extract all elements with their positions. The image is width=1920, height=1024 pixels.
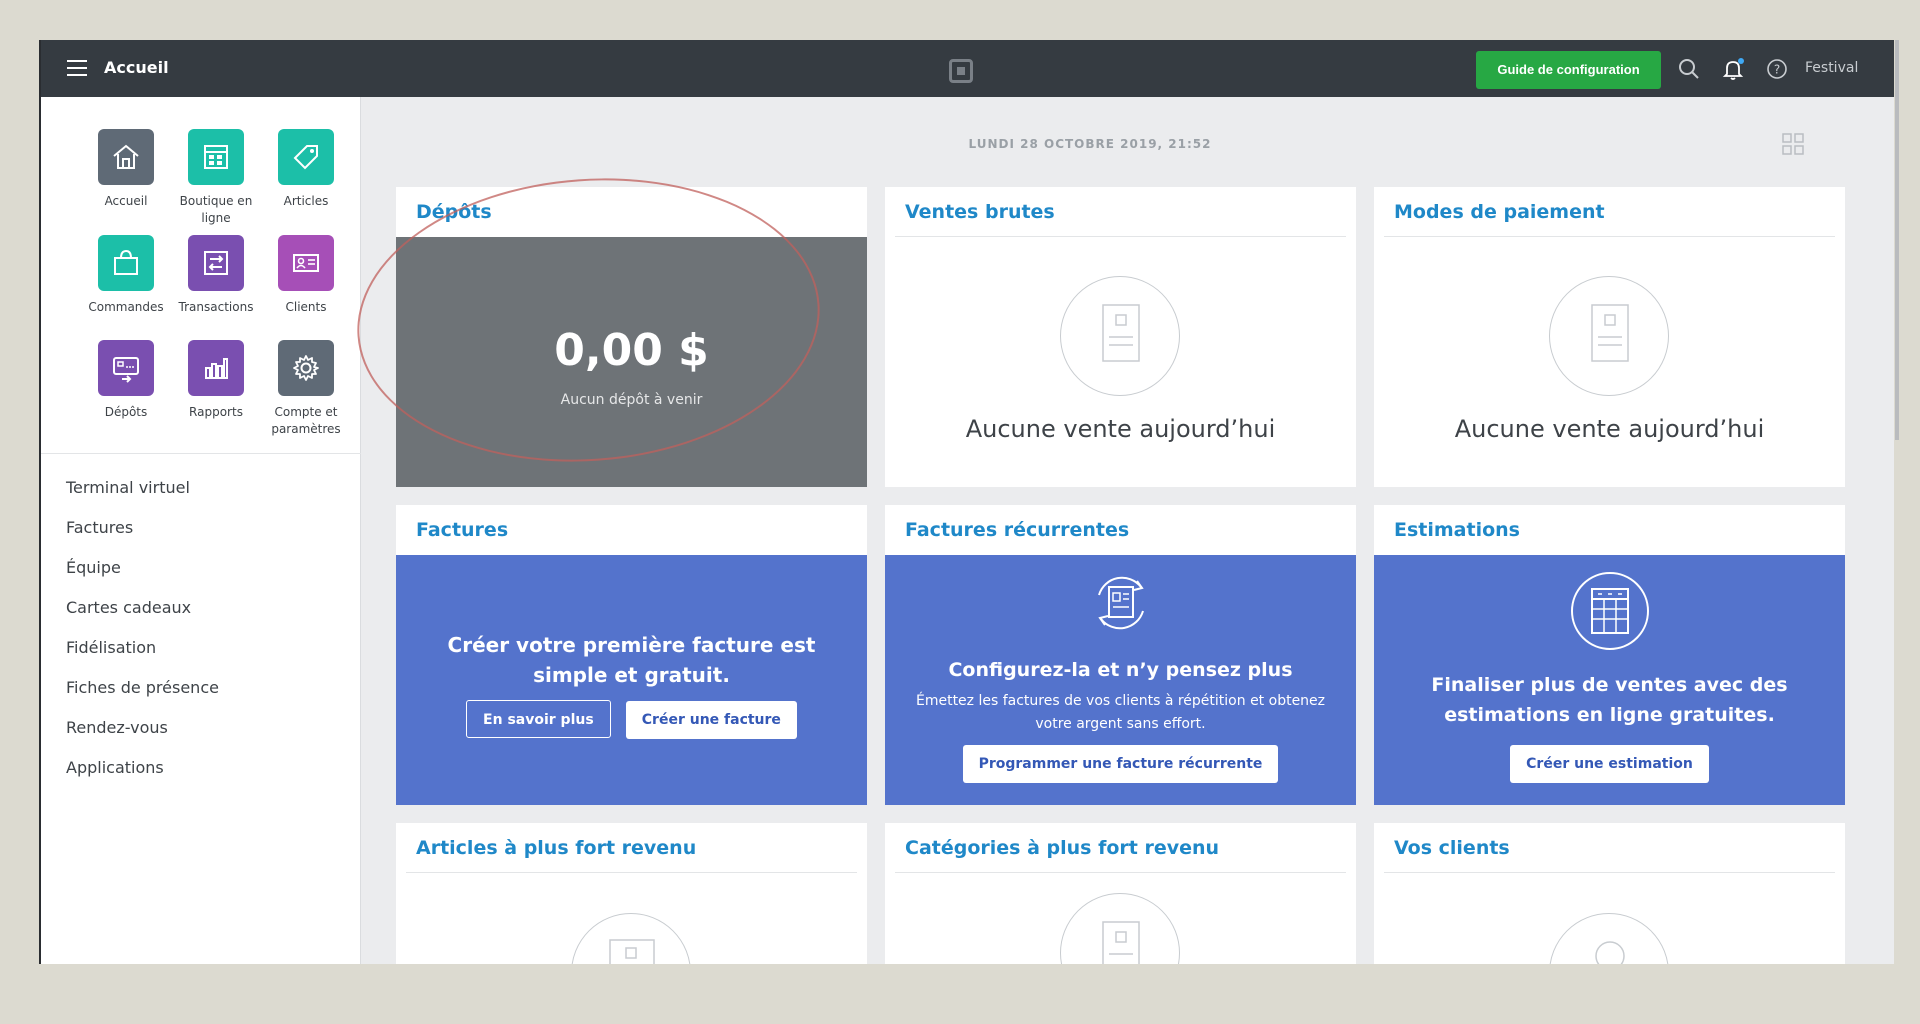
tile-label: Dépôts [104,405,148,419]
store-name[interactable]: Festival [1805,60,1858,76]
card-depots[interactable]: Dépôts 0,00 $ Aucun dépôt à venir [396,187,867,487]
card-title: Articles à plus fort revenu [416,837,697,859]
current-date: LUNDI 28 OCTOBRE 2019, 21:52 [968,137,1212,151]
sidebar-divider [41,453,361,454]
promo-panel: Configurez-la et n’y pensez plus Émettez… [885,555,1356,805]
tile-label: Articles [283,194,329,208]
tile-articles[interactable]: Articles [256,129,356,210]
transfer-icon [188,235,244,291]
storefront-icon [188,129,244,185]
tile-clients[interactable]: Clients [256,235,356,316]
card-title: Ventes brutes [905,201,1055,223]
empty-message: Aucune vente aujourd’hui [965,415,1276,443]
deposit-subtitle: Aucun dépôt à venir [560,392,703,408]
promo-heading: Configurez-la et n’y pensez plus [948,659,1293,681]
card-divider [895,872,1346,873]
card-title: Factures [416,519,509,541]
card-estimations[interactable]: Estimations Finaliser plus de ventes ave… [1374,505,1845,805]
card-articles-revenu[interactable]: Articles à plus fort revenu [396,823,867,964]
card-title: Factures récurrentes [905,519,1130,541]
tile-label: Clients [285,300,327,314]
card-categories-revenu[interactable]: Catégories à plus fort revenu [885,823,1356,964]
menu-icon[interactable] [67,60,87,76]
tile-label: Rapports [189,405,243,419]
sidebar: Accueil Boutique en ligne Articles Comma… [41,97,361,964]
item-icon [571,913,691,964]
top-bar: Accueil Guide de configuration ? Festiva… [41,40,1894,97]
card-factures[interactable]: Factures Créer votre première facture es… [396,505,867,805]
tile-label: Compte et paramètres [271,405,341,436]
recurring-invoice-icon [1085,567,1157,639]
tile-depots[interactable]: Dépôts [76,340,176,421]
deposit-icon [98,340,154,396]
empty-message: Aucune vente aujourd’hui [1454,415,1765,443]
estimate-table-icon [1570,571,1650,651]
deposit-panel: 0,00 $ Aucun dépôt à venir [396,237,867,487]
sidebar-item-rendez-vous[interactable]: Rendez-vous [66,718,168,737]
sidebar-item-factures[interactable]: Factures [66,518,133,537]
card-vos-clients[interactable]: Vos clients [1374,823,1845,964]
sidebar-item-equipe[interactable]: Équipe [66,558,121,577]
page-title: Accueil [104,58,169,77]
promo-text: Créer votre première facture est simple … [447,633,816,687]
promo-text: Finaliser plus de ventes avec des estima… [1431,674,1788,726]
card-divider [1384,872,1835,873]
home-icon [98,129,154,185]
card-divider [406,872,857,873]
card-ventes-brutes[interactable]: Ventes brutes Aucune vente aujourd’hui [885,187,1356,487]
card-title: Catégories à plus fort revenu [905,837,1220,859]
help-icon[interactable]: ? [1765,57,1789,81]
card-title: Dépôts [416,201,492,223]
shopping-bag-icon [98,235,154,291]
tile-compte[interactable]: Compte et paramètres [256,340,356,438]
sidebar-item-applications[interactable]: Applications [66,758,164,777]
promo-subtext: Émettez les factures de vos clients à ré… [915,693,1326,732]
tile-boutique[interactable]: Boutique en ligne [166,129,266,227]
create-invoice-button[interactable]: Créer une facture [625,701,797,739]
promo-panel: Finaliser plus de ventes avec des estima… [1374,555,1845,805]
tile-accueil[interactable]: Accueil [76,129,176,210]
tile-label: Transactions [178,300,254,314]
sidebar-item-fidelisation[interactable]: Fidélisation [66,638,156,657]
tile-commandes[interactable]: Commandes [76,235,176,316]
scrollbar[interactable] [1895,40,1899,440]
svg-text:?: ? [1774,63,1780,77]
tile-rapports[interactable]: Rapports [166,340,266,421]
create-estimate-button[interactable]: Créer une estimation [1510,745,1709,783]
promo-panel: Créer votre première facture est simple … [396,555,867,805]
card-title: Vos clients [1394,837,1510,859]
person-icon [1549,913,1669,964]
contact-card-icon [278,235,334,291]
deposit-amount: 0,00 $ [554,325,709,376]
sidebar-item-terminal[interactable]: Terminal virtuel [66,478,190,497]
tile-label: Boutique en ligne [179,194,253,225]
card-modes-paiement[interactable]: Modes de paiement Aucune vente aujourd’h… [1374,187,1845,487]
schedule-recurring-button[interactable]: Programmer une facture récurrente [962,745,1279,783]
tile-label: Commandes [88,300,164,314]
card-title: Modes de paiement [1394,201,1605,223]
receipt-icon [1549,276,1669,396]
card-divider [1384,236,1835,237]
gear-icon [278,340,334,396]
tile-transactions[interactable]: Transactions [166,235,266,316]
sidebar-item-fiches[interactable]: Fiches de présence [66,678,219,697]
receipt-icon [1060,893,1180,964]
square-logo-icon[interactable] [949,59,973,83]
card-factures-recurrentes[interactable]: Factures récurrentes Configurez-la et n’… [885,505,1356,805]
search-icon[interactable] [1677,57,1701,81]
card-title: Estimations [1394,519,1520,541]
receipt-icon [1060,276,1180,396]
card-divider [895,236,1346,237]
setup-guide-button[interactable]: Guide de configuration [1476,51,1661,89]
tag-icon [278,129,334,185]
grid-layout-icon[interactable] [1782,133,1804,155]
learn-more-button[interactable]: En savoir plus [466,700,611,738]
sidebar-item-cartes[interactable]: Cartes cadeaux [66,598,191,617]
bar-chart-icon [188,340,244,396]
tile-label: Accueil [104,194,148,208]
bell-icon[interactable] [1721,57,1745,81]
